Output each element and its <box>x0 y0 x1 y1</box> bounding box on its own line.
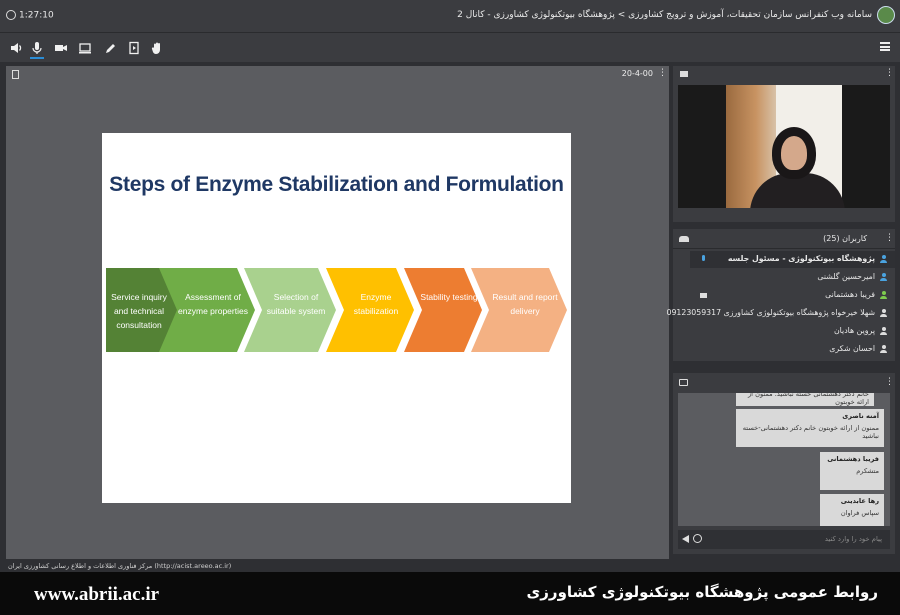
emoji-icon[interactable] <box>693 534 702 543</box>
more-options-icon[interactable]: ⋮ <box>885 69 894 78</box>
user-avatar-icon <box>880 273 887 281</box>
user-name: شهلا خیرخواه پژوهشگاه بیوتکنولوژی کشاورز… <box>666 308 875 317</box>
user-name: پژوهشگاه بیوتکنولوژی - مسئول جلسه <box>727 254 875 263</box>
website-address: www.abrii.ac.ir <box>34 584 160 605</box>
presenter-face <box>772 127 816 179</box>
process-step-label: Enzyme stabilization <box>353 292 399 316</box>
process-step-label: Selection of suitable system <box>266 292 326 316</box>
process-step-label: Assessment of enzyme properties <box>178 292 248 316</box>
document-icon[interactable] <box>12 70 19 79</box>
timer-value: 1:27:10 <box>19 10 54 21</box>
window-title: سامانه وب کنفرانس سازمان تحقیقات، آموزش … <box>457 10 872 20</box>
chat-panel: ⋮ خانم دکتر دهشتمانی خسته نباشید. ممنون … <box>673 373 895 554</box>
user-avatar-icon <box>880 345 887 353</box>
webcam-panel: ⋮ <box>673 66 895 222</box>
users-icon <box>679 236 689 242</box>
camera-icon[interactable] <box>54 41 68 55</box>
users-panel: کاربران (25) ⋮ پژوهشگاه بیوتکنولوژی - مس… <box>666 229 895 361</box>
user-avatar-icon <box>880 309 887 317</box>
chat-sender: آمنه ناصری <box>842 412 879 420</box>
user-name: فریبا دهشتمانی <box>825 290 875 299</box>
presentation-slide: Steps of Enzyme Stabilization and Formul… <box>102 133 571 503</box>
bottom-banner: www.abrii.ac.ir روابط عمومی پژوهشگاه بیو… <box>0 572 900 615</box>
chat-message: خانم دکتر دهشتمانی خسته نباشید. ممنون از… <box>736 393 874 406</box>
user-name: امیرحسین گلشنی <box>817 272 875 281</box>
user-avatar-icon <box>880 291 887 299</box>
chat-message: فریبا دهشتمانی متشکرم <box>820 452 884 490</box>
toolbar <box>0 32 900 62</box>
footer-caption-bar: مرکز فناوری اطلاعات و اطلاع رسانی کشاورز… <box>0 561 900 572</box>
chat-input[interactable]: پیام خود را وارد کنید <box>678 530 890 549</box>
users-header: کاربران (25) ⋮ <box>673 229 895 249</box>
process-step-shape <box>404 268 482 352</box>
chat-message-text: خانم دکتر دهشتمانی خسته نباشید. ممنون از… <box>747 393 869 406</box>
more-options-icon[interactable]: ⋮ <box>658 69 667 78</box>
presentation-icon[interactable] <box>127 41 141 55</box>
chat-sender: رها عابدینی <box>840 497 879 505</box>
process-steps: Service inquiry and technical consultati… <box>102 263 571 353</box>
more-options-icon[interactable]: ⋮ <box>885 234 894 243</box>
chat-message: آمنه ناصری ممنون از ارائه خوبتون خانم دک… <box>736 409 884 447</box>
user-row[interactable]: شهلا خیرخواه پژوهشگاه بیوتکنولوژی کشاورز… <box>666 305 895 322</box>
users-title: کاربران (25) <box>823 234 867 243</box>
footer-caption: مرکز فناوری اطلاعات و اطلاع رسانی کشاورز… <box>8 562 232 570</box>
process-step-label: Service inquiry and technical consultati… <box>111 292 167 330</box>
camera-status-icon <box>700 293 707 298</box>
chat-messages[interactable]: خانم دکتر دهشتمانی خسته نباشید. ممنون از… <box>678 393 890 526</box>
user-row[interactable]: فریبا دهشتمانی <box>690 287 895 304</box>
user-name: احسان شکری <box>829 344 875 353</box>
process-step-label: Stability testing <box>420 292 478 302</box>
user-avatar-icon <box>880 327 887 335</box>
user-row[interactable]: احسان شکری <box>690 341 895 358</box>
raise-hand-icon[interactable] <box>150 41 164 55</box>
clock-icon <box>6 10 16 20</box>
chat-message-text: متشکرم <box>856 467 879 475</box>
send-icon[interactable] <box>682 535 689 543</box>
organization-name: روابط عمومی پژوهشگاه بیوتکنولوژی کشاورزی <box>526 583 878 601</box>
user-row[interactable]: پروین هادیان <box>690 323 895 340</box>
chat-message-text: ممنون از ارائه خوبتون خانم دکتر دهشتمانی… <box>742 424 879 440</box>
top-bar: 1:27:10 سامانه وب کنفرانس سازمان تحقیقات… <box>0 0 900 32</box>
user-row[interactable]: پژوهشگاه بیوتکنولوژی - مسئول جلسه <box>690 251 895 268</box>
chat-message-text: سپاس فراوان <box>840 509 879 517</box>
chat-message: رها عابدینی سپاس فراوان <box>820 494 884 526</box>
more-options-icon[interactable]: ⋮ <box>885 378 894 387</box>
screen-share-icon[interactable] <box>78 41 92 55</box>
pen-icon[interactable] <box>103 41 117 55</box>
chat-input-placeholder: پیام خود را وارد کنید <box>824 535 882 543</box>
microphone-icon[interactable] <box>30 41 44 59</box>
menu-icon[interactable] <box>880 42 890 51</box>
presentation-header: 20-4-00 ⋮ <box>6 66 669 82</box>
user-avatar-icon <box>880 255 887 263</box>
chat-icon <box>679 379 688 386</box>
presenter-video <box>678 85 890 208</box>
speaker-icon[interactable] <box>9 41 23 55</box>
presentation-page-label: 20-4-00 <box>621 69 653 78</box>
microphone-status-icon <box>700 255 706 264</box>
organization-logo <box>877 6 895 24</box>
user-row[interactable]: امیرحسین گلشنی <box>690 269 895 286</box>
user-name: پروین هادیان <box>833 326 875 335</box>
slide-title: Steps of Enzyme Stabilization and Formul… <box>109 173 564 196</box>
session-timer: 1:27:10 <box>6 10 54 21</box>
presentation-panel: 20-4-00 ⋮ Steps of Enzyme Stabilization … <box>6 66 669 559</box>
chat-sender: فریبا دهشتمانی <box>827 455 879 463</box>
process-step-label: Result and report delivery <box>492 292 558 316</box>
video-icon <box>680 71 688 77</box>
